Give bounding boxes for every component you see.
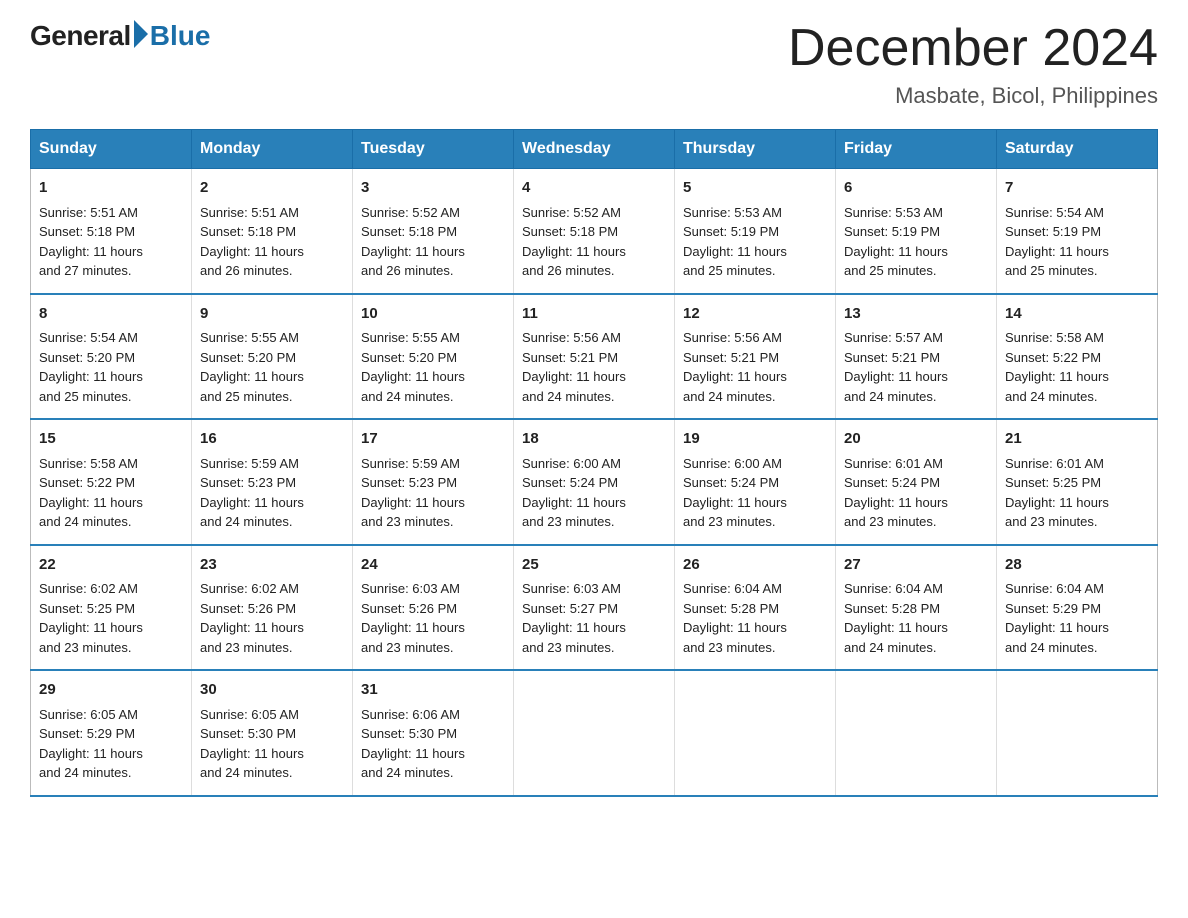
day-number: 30 [200,679,344,702]
calendar-cell [836,670,997,796]
day-number: 25 [522,554,666,577]
calendar-cell: 3Sunrise: 5:52 AMSunset: 5:18 PMDaylight… [353,169,514,294]
calendar-cell: 24Sunrise: 6:03 AMSunset: 5:26 PMDayligh… [353,545,514,671]
weekday-header-monday: Monday [192,130,353,169]
calendar-cell: 6Sunrise: 5:53 AMSunset: 5:19 PMDaylight… [836,169,997,294]
page-header: General Blue December 2024 Masbate, Bico… [30,20,1158,109]
calendar-cell: 9Sunrise: 5:55 AMSunset: 5:20 PMDaylight… [192,294,353,420]
day-number: 19 [683,428,827,451]
calendar-cell: 10Sunrise: 5:55 AMSunset: 5:20 PMDayligh… [353,294,514,420]
calendar-cell: 22Sunrise: 6:02 AMSunset: 5:25 PMDayligh… [31,545,192,671]
calendar-cell [675,670,836,796]
day-number: 5 [683,177,827,200]
calendar-cell: 4Sunrise: 5:52 AMSunset: 5:18 PMDaylight… [514,169,675,294]
day-number: 10 [361,303,505,326]
day-number: 6 [844,177,988,200]
logo-triangle-icon [134,20,148,48]
calendar-header-row: SundayMondayTuesdayWednesdayThursdayFrid… [31,130,1158,169]
weekday-header-tuesday: Tuesday [353,130,514,169]
calendar-week-row: 1Sunrise: 5:51 AMSunset: 5:18 PMDaylight… [31,169,1158,294]
day-number: 20 [844,428,988,451]
day-number: 16 [200,428,344,451]
day-number: 12 [683,303,827,326]
calendar-cell: 31Sunrise: 6:06 AMSunset: 5:30 PMDayligh… [353,670,514,796]
day-number: 18 [522,428,666,451]
day-number: 7 [1005,177,1149,200]
day-number: 15 [39,428,183,451]
calendar-cell: 2Sunrise: 5:51 AMSunset: 5:18 PMDaylight… [192,169,353,294]
title-block: December 2024 Masbate, Bicol, Philippine… [788,20,1158,109]
calendar-cell: 25Sunrise: 6:03 AMSunset: 5:27 PMDayligh… [514,545,675,671]
location-subtitle: Masbate, Bicol, Philippines [788,83,1158,109]
calendar-cell: 21Sunrise: 6:01 AMSunset: 5:25 PMDayligh… [997,419,1158,545]
calendar-cell: 19Sunrise: 6:00 AMSunset: 5:24 PMDayligh… [675,419,836,545]
day-number: 9 [200,303,344,326]
calendar-cell: 28Sunrise: 6:04 AMSunset: 5:29 PMDayligh… [997,545,1158,671]
logo-general-text: General [30,20,131,52]
weekday-header-saturday: Saturday [997,130,1158,169]
day-number: 17 [361,428,505,451]
day-number: 13 [844,303,988,326]
day-number: 21 [1005,428,1149,451]
day-number: 3 [361,177,505,200]
day-number: 24 [361,554,505,577]
calendar-cell: 5Sunrise: 5:53 AMSunset: 5:19 PMDaylight… [675,169,836,294]
calendar-week-row: 22Sunrise: 6:02 AMSunset: 5:25 PMDayligh… [31,545,1158,671]
calendar-cell: 18Sunrise: 6:00 AMSunset: 5:24 PMDayligh… [514,419,675,545]
calendar-cell [514,670,675,796]
calendar-cell: 14Sunrise: 5:58 AMSunset: 5:22 PMDayligh… [997,294,1158,420]
logo: General Blue [30,20,210,52]
weekday-header-wednesday: Wednesday [514,130,675,169]
calendar-week-row: 8Sunrise: 5:54 AMSunset: 5:20 PMDaylight… [31,294,1158,420]
calendar-cell: 15Sunrise: 5:58 AMSunset: 5:22 PMDayligh… [31,419,192,545]
day-number: 29 [39,679,183,702]
calendar-cell: 12Sunrise: 5:56 AMSunset: 5:21 PMDayligh… [675,294,836,420]
day-number: 23 [200,554,344,577]
calendar-cell: 16Sunrise: 5:59 AMSunset: 5:23 PMDayligh… [192,419,353,545]
day-number: 14 [1005,303,1149,326]
calendar-cell: 7Sunrise: 5:54 AMSunset: 5:19 PMDaylight… [997,169,1158,294]
weekday-header-thursday: Thursday [675,130,836,169]
day-number: 2 [200,177,344,200]
calendar-cell: 29Sunrise: 6:05 AMSunset: 5:29 PMDayligh… [31,670,192,796]
day-number: 1 [39,177,183,200]
weekday-header-friday: Friday [836,130,997,169]
day-number: 31 [361,679,505,702]
calendar-week-row: 15Sunrise: 5:58 AMSunset: 5:22 PMDayligh… [31,419,1158,545]
calendar-cell: 30Sunrise: 6:05 AMSunset: 5:30 PMDayligh… [192,670,353,796]
day-number: 11 [522,303,666,326]
calendar-cell: 13Sunrise: 5:57 AMSunset: 5:21 PMDayligh… [836,294,997,420]
calendar-cell: 8Sunrise: 5:54 AMSunset: 5:20 PMDaylight… [31,294,192,420]
month-year-title: December 2024 [788,20,1158,77]
weekday-header-sunday: Sunday [31,130,192,169]
day-number: 4 [522,177,666,200]
calendar-cell [997,670,1158,796]
day-number: 27 [844,554,988,577]
logo-blue-text: Blue [150,20,211,52]
calendar-week-row: 29Sunrise: 6:05 AMSunset: 5:29 PMDayligh… [31,670,1158,796]
calendar-table: SundayMondayTuesdayWednesdayThursdayFrid… [30,129,1158,797]
day-number: 8 [39,303,183,326]
calendar-cell: 23Sunrise: 6:02 AMSunset: 5:26 PMDayligh… [192,545,353,671]
calendar-cell: 26Sunrise: 6:04 AMSunset: 5:28 PMDayligh… [675,545,836,671]
day-number: 28 [1005,554,1149,577]
calendar-cell: 27Sunrise: 6:04 AMSunset: 5:28 PMDayligh… [836,545,997,671]
day-number: 22 [39,554,183,577]
day-number: 26 [683,554,827,577]
calendar-cell: 11Sunrise: 5:56 AMSunset: 5:21 PMDayligh… [514,294,675,420]
calendar-cell: 17Sunrise: 5:59 AMSunset: 5:23 PMDayligh… [353,419,514,545]
calendar-cell: 1Sunrise: 5:51 AMSunset: 5:18 PMDaylight… [31,169,192,294]
calendar-cell: 20Sunrise: 6:01 AMSunset: 5:24 PMDayligh… [836,419,997,545]
